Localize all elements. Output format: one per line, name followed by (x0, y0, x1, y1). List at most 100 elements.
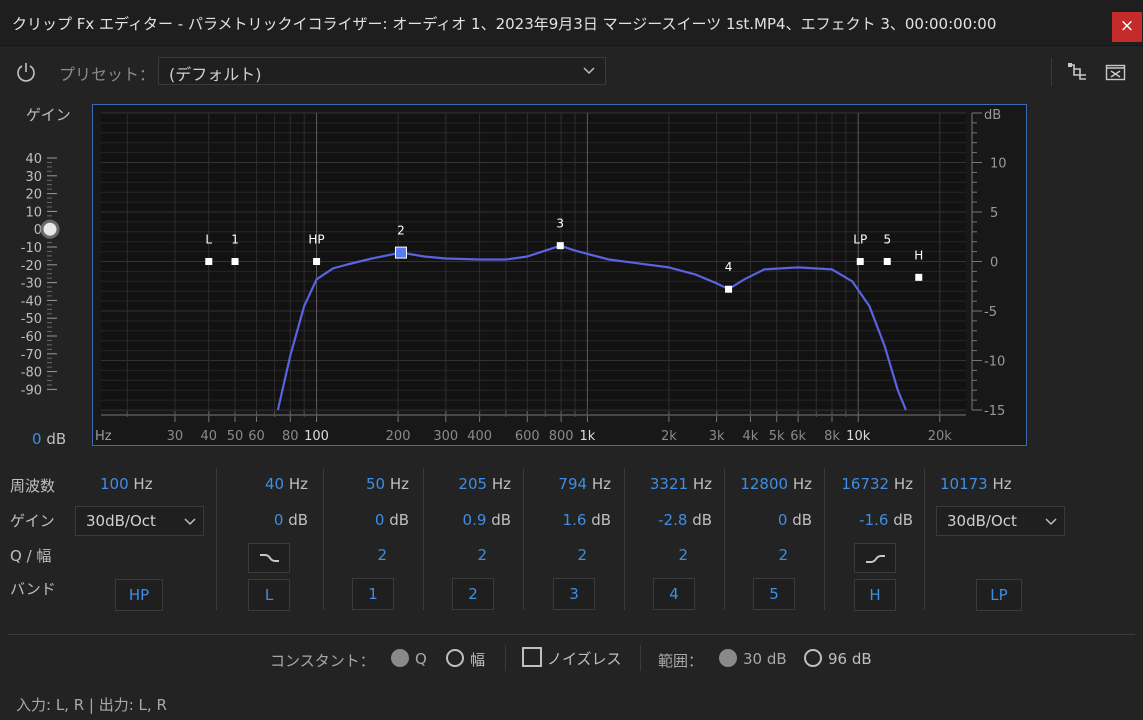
band2-button[interactable]: 2 (452, 578, 494, 610)
band4-frequency-value: 3321 (649, 475, 689, 493)
eq-handle-marker (883, 258, 891, 265)
eq-handle-marker (725, 285, 733, 293)
band1-button[interactable]: 1 (352, 578, 394, 610)
db-unit: dB (591, 511, 611, 529)
db-unit: dB (491, 511, 511, 529)
band3-q[interactable]: 2 (525, 546, 587, 564)
band3-gain-value: 1.6 (562, 511, 587, 529)
h-gain-value: -1.6 (859, 511, 889, 529)
constant-width-radio[interactable] (446, 649, 464, 667)
hp-frequency[interactable]: 100 Hz (100, 475, 153, 493)
band3-gain[interactable]: 1.6 dB (525, 511, 611, 529)
band4-gain-value: -2.8 (658, 511, 688, 529)
h-gain[interactable]: -1.6 dB (826, 511, 913, 529)
power-icon[interactable] (15, 61, 37, 83)
eq-handle-label: 2 (397, 224, 405, 238)
gain-readout: 0 dB (32, 430, 66, 448)
band1-gain[interactable]: 0 dB (325, 511, 409, 529)
range-96db-radio[interactable] (804, 649, 822, 667)
constant-label: コンスタント： (270, 652, 375, 670)
band2-frequency[interactable]: 205 Hz (425, 475, 511, 493)
range-30db-label: 30 dB (743, 650, 787, 668)
noiseless-checkbox[interactable] (522, 647, 542, 667)
band2-gain[interactable]: 0.9 dB (425, 511, 511, 529)
gain-tick-label: -50 (21, 312, 42, 327)
noiseless-label: ノイズレス (547, 650, 622, 668)
band4-frequency[interactable]: 3321 Hz (626, 475, 712, 493)
range-30db-radio[interactable] (719, 649, 737, 667)
band2-q[interactable]: 2 (425, 546, 487, 564)
column-divider (824, 468, 825, 610)
lp-band-button[interactable]: LP (976, 579, 1022, 611)
gain-tick-label: 20 (25, 188, 42, 203)
clear-icon[interactable] (1105, 62, 1127, 82)
band1-q-value: 2 (377, 546, 387, 564)
band3-q-value: 2 (577, 546, 587, 564)
band1-frequency[interactable]: 50 Hz (325, 475, 409, 493)
x-tick-label: 400 (467, 429, 492, 444)
x-tick-label: 6k (790, 429, 806, 444)
gain-slider-knob (40, 219, 60, 239)
hz-unit: Hz (491, 475, 511, 493)
gain-tick-label: 10 (25, 205, 42, 220)
h-band-button[interactable]: H (854, 579, 896, 611)
hz-unit: Hz (591, 475, 611, 493)
range-label: 範囲： (658, 652, 704, 670)
l-band-button[interactable]: L (248, 579, 290, 611)
band5-button[interactable]: 5 (753, 578, 795, 610)
footer-separator (505, 645, 506, 671)
eq-handle-marker (205, 258, 213, 265)
band-row-label: バンド (10, 580, 56, 598)
lp-slope-dropdown[interactable]: 30dB/Oct (936, 506, 1065, 536)
x-tick-label: 80 (282, 429, 299, 444)
eq-handle-label: HP (308, 233, 324, 247)
column-divider (323, 468, 324, 610)
x-tick-label: 200 (386, 429, 411, 444)
eq-handle-marker (313, 258, 321, 265)
hz-unit: Hz (692, 475, 712, 493)
constant-q-radio[interactable] (391, 649, 409, 667)
gain-tick-label: -40 (21, 294, 42, 309)
hp-slope-dropdown[interactable]: 30dB/Oct (75, 506, 204, 536)
l-frequency[interactable]: 40 Hz (220, 475, 308, 493)
band1-gain-value: 0 (374, 511, 385, 529)
y-tick-label: -10 (984, 355, 1005, 370)
hz-unit: Hz (992, 475, 1012, 493)
h-frequency[interactable]: 16732 Hz (826, 475, 913, 493)
band3-frequency[interactable]: 794 Hz (525, 475, 611, 493)
q-row-label: Q / 幅 (10, 547, 52, 565)
preset-dropdown[interactable]: (デフォルト) (158, 57, 606, 85)
hz-unit: Hz (893, 475, 913, 493)
column-divider (423, 468, 424, 610)
gain-tick-label: -60 (21, 330, 42, 345)
band3-button[interactable]: 3 (553, 578, 595, 610)
gain-tick-label: -80 (21, 366, 42, 381)
low-shelf-shape-button[interactable] (248, 543, 290, 573)
close-button[interactable]: × (1112, 12, 1142, 42)
l-gain[interactable]: 0 dB (220, 511, 308, 529)
range-96db-label: 96 dB (828, 650, 872, 668)
gain-label: ゲイン (26, 106, 71, 124)
db-unit: dB (288, 511, 308, 529)
hp-band-button[interactable]: HP (115, 579, 163, 611)
lp-frequency[interactable]: 10173 Hz (940, 475, 1012, 493)
db-unit: dB (389, 511, 409, 529)
high-shelf-shape-button[interactable] (854, 543, 896, 573)
band1-q[interactable]: 2 (325, 546, 387, 564)
band4-gain[interactable]: -2.8 dB (626, 511, 712, 529)
master-gain-slider[interactable]: 403020100-10-20-30-40-50-60-70-80-90 (0, 140, 92, 420)
band4-q[interactable]: 2 (626, 546, 688, 564)
x-tick-label: 10k (846, 429, 871, 444)
routing-icon[interactable] (1066, 61, 1088, 83)
constant-width-label: 幅 (470, 651, 486, 669)
band5-frequency[interactable]: 12800 Hz (726, 475, 812, 493)
x-tick-label: 2k (661, 429, 677, 444)
chevron-down-icon (184, 518, 196, 526)
eq-graph[interactable]: Hz 30 40 50 60 80 100 200 300 400 600 800 1k 2k 3k 4k 5k… (93, 105, 1026, 445)
band4-button[interactable]: 4 (653, 578, 695, 610)
band5-q[interactable]: 2 (726, 546, 788, 564)
l-gain-value: 0 (273, 511, 284, 529)
hz-unit: Hz (133, 475, 153, 493)
x-tick-label: 3k (709, 429, 725, 444)
band5-gain[interactable]: 0 dB (726, 511, 812, 529)
